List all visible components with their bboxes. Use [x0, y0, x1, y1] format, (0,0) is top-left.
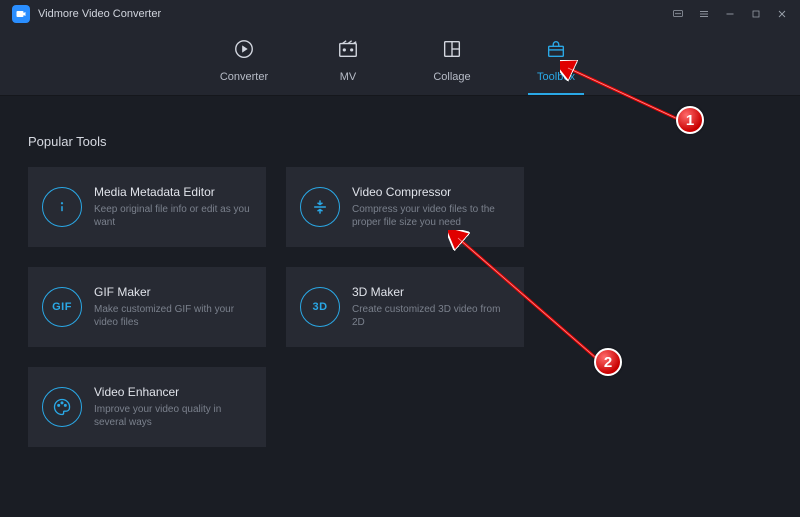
- card-title: 3D Maker: [352, 285, 510, 299]
- app-title: Vidmore Video Converter: [38, 8, 161, 20]
- card-text: Video Compressor Compress your video fil…: [352, 185, 510, 230]
- tool-3d-maker[interactable]: 3D 3D Maker Create customized 3D video f…: [286, 267, 524, 347]
- card-text: 3D Maker Create customized 3D video from…: [352, 285, 510, 330]
- content-area: Popular Tools Media Metadata Editor Keep…: [0, 96, 800, 447]
- toolbox-icon: [545, 38, 567, 65]
- close-button[interactable]: [776, 8, 788, 20]
- gif-icon: GIF: [42, 287, 82, 327]
- card-title: Video Compressor: [352, 185, 510, 199]
- gif-text: GIF: [52, 301, 72, 313]
- card-text: Video Enhancer Improve your video qualit…: [94, 385, 252, 430]
- tool-video-enhancer[interactable]: Video Enhancer Improve your video qualit…: [28, 367, 266, 447]
- converter-icon: [233, 38, 255, 65]
- menu-button[interactable]: [698, 8, 710, 20]
- maximize-button[interactable]: [750, 8, 762, 20]
- tab-label: MV: [340, 71, 357, 83]
- palette-icon: [42, 387, 82, 427]
- card-desc: Create customized 3D video from 2D: [352, 303, 510, 330]
- collage-icon: [441, 38, 463, 65]
- card-title: Media Metadata Editor: [94, 185, 252, 199]
- tool-cards: Media Metadata Editor Keep original file…: [28, 167, 772, 447]
- tab-label: Converter: [220, 71, 268, 83]
- three-d-text: 3D: [312, 301, 327, 313]
- info-icon: [42, 187, 82, 227]
- card-title: Video Enhancer: [94, 385, 252, 399]
- tab-converter[interactable]: Converter: [216, 38, 272, 95]
- card-text: Media Metadata Editor Keep original file…: [94, 185, 252, 230]
- compress-icon: [300, 187, 340, 227]
- section-title: Popular Tools: [28, 134, 772, 149]
- three-d-icon: 3D: [300, 287, 340, 327]
- card-text: GIF Maker Make customized GIF with your …: [94, 285, 252, 330]
- card-title: GIF Maker: [94, 285, 252, 299]
- app-logo: [12, 5, 30, 23]
- tool-media-metadata-editor[interactable]: Media Metadata Editor Keep original file…: [28, 167, 266, 247]
- window-controls: [672, 8, 788, 20]
- card-desc: Compress your video files to the proper …: [352, 203, 510, 230]
- tab-collage[interactable]: Collage: [424, 38, 480, 95]
- titlebar: Vidmore Video Converter: [0, 0, 800, 28]
- tab-toolbox[interactable]: Toolbox: [528, 38, 584, 95]
- tool-gif-maker[interactable]: GIF GIF Maker Make customized GIF with y…: [28, 267, 266, 347]
- feedback-button[interactable]: [672, 8, 684, 20]
- main-tabs: Converter MV Collage Toolbox: [0, 28, 800, 96]
- card-desc: Keep original file info or edit as you w…: [94, 203, 252, 230]
- tab-label: Toolbox: [537, 71, 575, 83]
- minimize-button[interactable]: [724, 8, 736, 20]
- tool-video-compressor[interactable]: Video Compressor Compress your video fil…: [286, 167, 524, 247]
- card-desc: Improve your video quality in several wa…: [94, 403, 252, 430]
- tab-mv[interactable]: MV: [320, 38, 376, 95]
- mv-icon: [337, 38, 359, 65]
- tab-label: Collage: [433, 71, 470, 83]
- card-desc: Make customized GIF with your video file…: [94, 303, 252, 330]
